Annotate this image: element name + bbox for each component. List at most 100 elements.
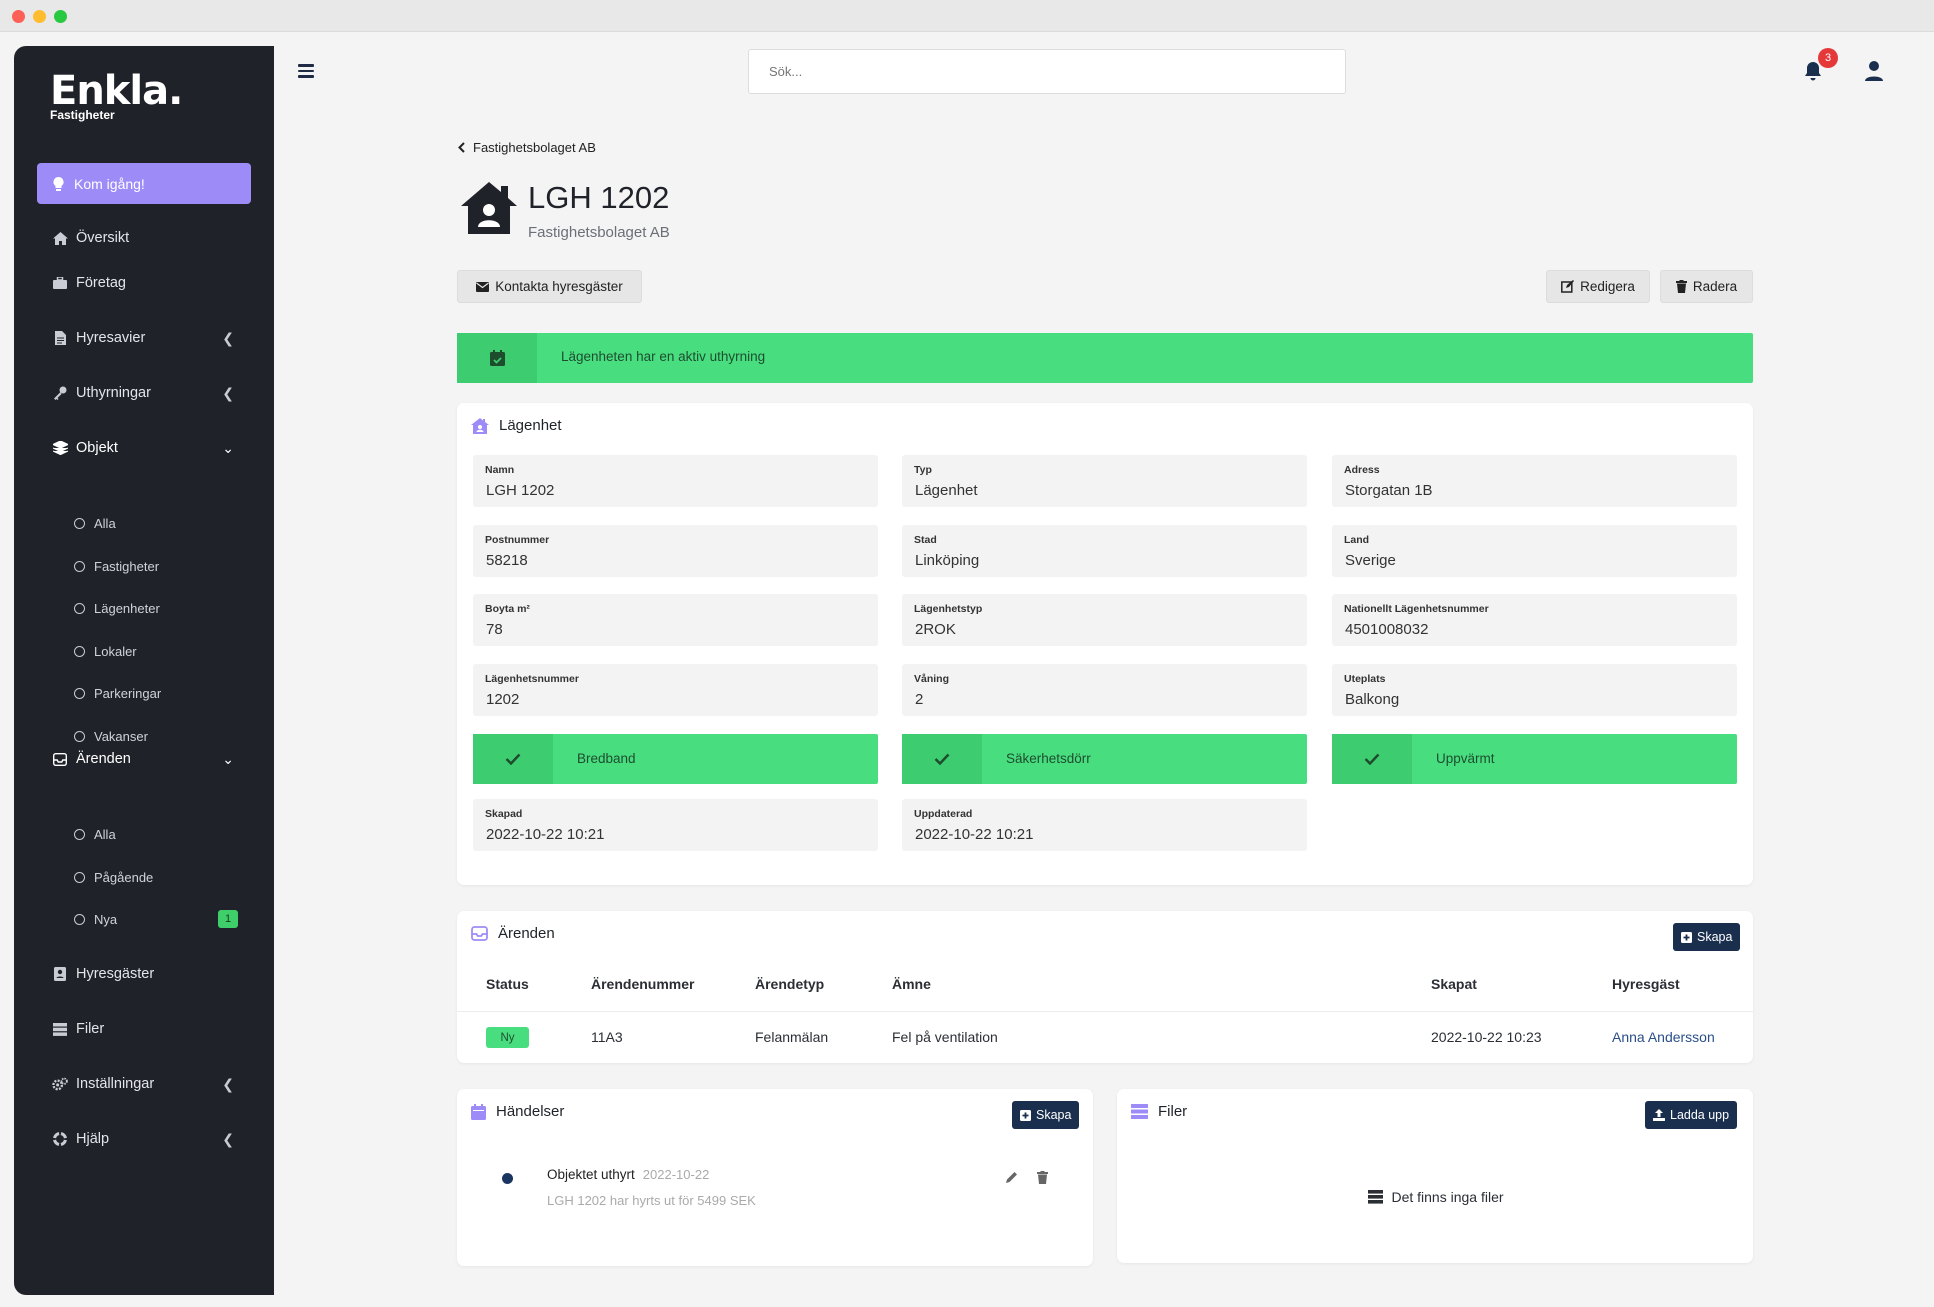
field-label: Adress (1344, 464, 1380, 476)
logo[interactable]: Enkla. Fastigheter (50, 68, 183, 122)
sidebar-subitem-label: Nya (94, 911, 118, 927)
apartment-card: Lägenhet Namn LGH 1202 Typ Lägenhet Adress… (457, 403, 1753, 885)
upload-file-button[interactable]: Ladda upp (1645, 1101, 1738, 1129)
active-rental-alert: Lägenheten har en aktiv uthyrning (457, 333, 1753, 383)
column-header-skapat[interactable]: Skapat (1431, 976, 1477, 992)
circle-icon (74, 517, 85, 529)
sidebar-item-arenden[interactable]: Ärenden ⌄ (14, 739, 274, 779)
files-card: Filer Ladda upp Det finns inga filer (1117, 1089, 1753, 1263)
sidebar-subitem-lokaler[interactable]: Lokaler (14, 635, 274, 667)
sidebar-item-hjalp[interactable]: Hjälp ❮ (14, 1119, 274, 1159)
calendar-icon (471, 1103, 486, 1120)
home-icon (52, 231, 68, 245)
sidebar-item-label: Objekt (76, 440, 118, 456)
create-case-label: Skapa (1697, 930, 1733, 944)
sidebar-subitem-fastigheter[interactable]: Fastigheter (14, 550, 274, 582)
feature-label: Uppvärmt (1436, 751, 1495, 766)
field-value: 78 (486, 621, 503, 638)
new-count-badge: 1 (218, 910, 238, 928)
sidebar-item-oversikt[interactable]: Översikt (14, 218, 274, 258)
cases-card: Ärenden Skapa Status Ärendenummer Ärende… (457, 911, 1753, 1063)
chevron-down-icon: ⌄ (222, 750, 234, 767)
close-window-button[interactable] (12, 10, 25, 23)
search-input[interactable] (748, 49, 1346, 94)
key-icon (52, 386, 68, 400)
sidebar-item-uthyrningar[interactable]: Uthyrningar ❮ (14, 373, 274, 413)
field-nationellt-lagenhetsnummer: Nationellt Lägenhetsnummer 4501008032 (1332, 594, 1737, 646)
field-typ: Typ Lägenhet (902, 455, 1307, 507)
sidebar-subitem-nya[interactable]: Nya 1 (14, 903, 274, 935)
circle-icon (74, 602, 85, 614)
tenant-link[interactable]: Anna Andersson (1612, 1029, 1715, 1045)
status-badge: Ny (486, 1027, 529, 1048)
column-header-arendetyp[interactable]: Ärendetyp (755, 976, 824, 992)
sidebar-subitem-label: Pågående (94, 869, 154, 885)
field-value: Balkong (1345, 691, 1400, 708)
column-header-arendenummer[interactable]: Ärendenummer (591, 976, 694, 992)
breadcrumb[interactable]: Fastighetsbolaget AB (458, 140, 596, 155)
edit-button[interactable]: Redigera (1546, 270, 1650, 303)
trash-icon[interactable] (1037, 1171, 1048, 1184)
get-started-button[interactable]: Kom igång! (37, 163, 251, 204)
field-label: Postnummer (485, 534, 550, 546)
circle-icon (74, 645, 85, 657)
cases-card-header: Ärenden (471, 925, 555, 942)
circle-icon (74, 828, 85, 840)
sidebar-subitem-label: Lägenheter (94, 600, 160, 616)
field-label: Nationellt Lägenhetsnummer (1344, 603, 1489, 615)
field-value: 4501008032 (1345, 621, 1429, 638)
lightbulb-icon (53, 176, 64, 191)
field-stad: Stad Linköping (902, 525, 1307, 577)
field-label: Land (1344, 534, 1370, 546)
column-header-amne[interactable]: Ämne (892, 976, 931, 992)
sidebar-item-hyresavier[interactable]: Hyresavier ❮ (14, 318, 274, 358)
check-icon (1364, 753, 1380, 765)
field-lagenhetsnummer: Lägenhetsnummer 1202 (473, 664, 878, 716)
menu-toggle-icon[interactable] (298, 64, 314, 78)
timeline-dot (502, 1173, 513, 1184)
sidebar-item-installningar[interactable]: Inställningar ❮ (14, 1064, 274, 1104)
feature-label: Säkerhetsdörr (1006, 751, 1091, 766)
user-icon[interactable] (1864, 60, 1884, 82)
field-value: Linköping (915, 552, 980, 569)
get-started-label: Kom igång! (74, 175, 145, 192)
sidebar-item-label: Uthyrningar (76, 385, 151, 401)
sidebar-subitem-alla[interactable]: Alla (14, 507, 274, 539)
minimize-window-button[interactable] (33, 10, 46, 23)
document-icon (52, 331, 68, 345)
column-header-status[interactable]: Status (486, 976, 529, 992)
sidebar-subitem-arenden-alla[interactable]: Alla (14, 818, 274, 850)
files-card-header: Filer (1131, 1103, 1187, 1120)
create-event-button[interactable]: Skapa (1012, 1101, 1080, 1129)
field-label: Lägenhetsnummer (485, 673, 579, 685)
page-title: LGH 1202 (528, 180, 670, 215)
field-value: 2ROK (915, 621, 956, 638)
maximize-window-button[interactable] (54, 10, 67, 23)
create-case-button[interactable]: Skapa (1673, 923, 1741, 951)
check-icon (934, 753, 950, 765)
sidebar-subitem-lagenheter[interactable]: Lägenheter (14, 592, 274, 624)
feature-uppvarmt: Uppvärmt (1332, 734, 1737, 784)
sidebar-item-foretag[interactable]: Företag (14, 263, 274, 303)
field-label: Typ (914, 464, 932, 476)
sidebar-item-hyresgaster[interactable]: Hyresgäster (14, 954, 274, 994)
field-value: LGH 1202 (486, 482, 555, 499)
sidebar-item-filer[interactable]: Filer (14, 1009, 274, 1049)
sidebar-subitem-parkeringar[interactable]: Parkeringar (14, 677, 274, 709)
field-adress: Adress Storgatan 1B (1332, 455, 1737, 507)
sidebar-subitem-pagaende[interactable]: Pågående (14, 861, 274, 893)
house-icon (471, 417, 489, 434)
contact-tenants-button[interactable]: Kontakta hyresgäster (457, 270, 642, 303)
field-label: Boyta m² (485, 603, 530, 615)
field-value: Sverige (1345, 552, 1396, 569)
feature-label: Bredband (577, 751, 636, 766)
sidebar-item-objekt[interactable]: Objekt ⌄ (14, 428, 274, 468)
field-label: Uppdaterad (914, 808, 973, 820)
column-header-hyresgast[interactable]: Hyresgäst (1612, 976, 1680, 992)
pencil-icon[interactable] (1005, 1171, 1018, 1184)
delete-button[interactable]: Radera (1660, 270, 1753, 303)
sidebar-item-label: Översikt (76, 230, 130, 246)
breadcrumb-label: Fastighetsbolaget AB (473, 140, 596, 155)
house-user-icon (461, 182, 517, 234)
files-empty-state: Det finns inga filer (1117, 1189, 1755, 1205)
